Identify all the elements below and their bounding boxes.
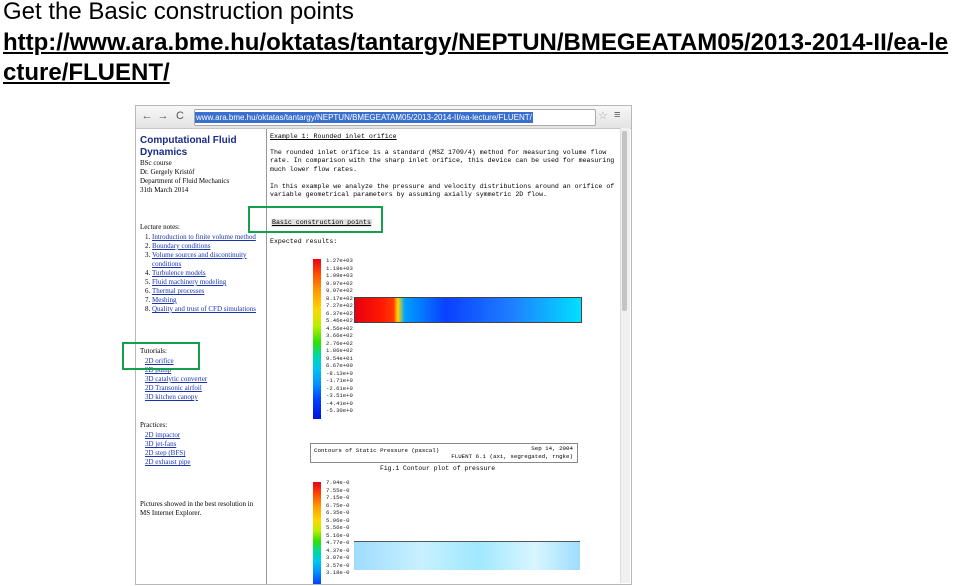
colorbar-tick: 6.75e-0 xyxy=(326,501,350,509)
colorbar-tick: 6.67e+00 xyxy=(326,362,353,369)
colorbar-tick: -3.51e+0 xyxy=(326,392,353,399)
browser-note: Pictures showed in the best resolution i… xyxy=(140,500,254,517)
plot-date: Sep 14, 2004 xyxy=(531,445,573,452)
pressure-contour-plot xyxy=(354,297,582,323)
intro-paragraph: The rounded inlet orifice is a standard … xyxy=(270,149,615,173)
practice-link[interactable]: 2D step (BFS) xyxy=(145,449,185,457)
scrollbar-thumb[interactable] xyxy=(622,131,627,311)
star-icon[interactable]: ☆ xyxy=(598,109,608,122)
address-url: www.ara.bme.hu/oktatas/tantargy/NEPTUN/B… xyxy=(195,112,533,123)
colorbar-tick: 6.35e-0 xyxy=(326,509,350,516)
colorbar-tick: 2.76e+02 xyxy=(326,339,353,347)
colorbar-tick: -1.71e+0 xyxy=(326,377,353,384)
reload-icon[interactable]: C xyxy=(173,109,187,124)
colorbar-tick: 5.56e-0 xyxy=(326,524,350,531)
expected-results-label: Expected results: xyxy=(270,238,338,245)
content-pane: Example 1: Rounded inlet orifice The rou… xyxy=(270,129,628,584)
lecture-notes-header: Lecture notes: xyxy=(140,223,180,231)
colorbar-tick: 5.96e-0 xyxy=(326,516,350,524)
colorbar-tick: 7.94e-0 xyxy=(326,479,350,486)
colorbar-tick: 1.09e+03 xyxy=(326,272,353,279)
practice-link[interactable]: 2D impactor xyxy=(145,431,180,439)
colorbar-tick: -2.61e+0 xyxy=(326,384,353,392)
colorbar-tick: -5.30e+0 xyxy=(326,407,353,414)
course-brand: Computational Fluid Dynamics xyxy=(140,135,237,158)
colorbar-tick: 5.16e-0 xyxy=(326,531,350,539)
lecture-link[interactable]: Turbulence models xyxy=(152,269,206,277)
example-title: Example 1: Rounded inlet orifice xyxy=(270,133,397,140)
course-author: Dr. Gergely Kristóf xyxy=(140,168,195,176)
tutorial-link[interactable]: 3D catalytic converter xyxy=(145,375,207,383)
colorbar-tick: -4.41e+0 xyxy=(326,399,353,407)
velocity-contour-plot xyxy=(354,541,580,570)
practices-header: Practices: xyxy=(140,421,168,429)
menu-icon[interactable]: ≡ xyxy=(614,109,620,121)
analysis-paragraph: In this example we analyze the pressure … xyxy=(270,183,615,199)
colorbar-tick: 9.54e+01 xyxy=(326,354,353,362)
lecture-link[interactable]: Volume sources and discontinuity conditi… xyxy=(152,251,247,268)
lecture-link[interactable]: Thermal processes xyxy=(152,287,204,295)
practice-link[interactable]: 2D exhaust pipe xyxy=(145,458,191,466)
colorbar-tick: -8.13e+0 xyxy=(326,369,353,377)
tutorial-link[interactable]: 3D kitchen canopy xyxy=(145,393,198,401)
lecture-link[interactable]: Introduction to finite volume method xyxy=(152,233,256,241)
lecture-link[interactable]: Fluid machinery modeling xyxy=(152,278,226,286)
pressure-colorbar-ticks: 1.27e+03 1.18e+03 1.09e+03 9.97e+02 9.07e+02… xyxy=(326,257,366,415)
plot-caption-box: Contours of Static Pressure (pascal) Sep… xyxy=(310,443,578,463)
practice-link[interactable]: 3D jet-fans xyxy=(145,440,176,448)
colorbar-tick: 7.15e-0 xyxy=(326,494,350,501)
highlight-2d-orifice xyxy=(122,342,200,370)
pane-divider xyxy=(266,129,267,584)
highlight-basic-construction-points xyxy=(248,206,383,233)
slide-title: Get the Basic construction points xyxy=(3,0,354,25)
course-level: BSc course xyxy=(140,159,172,167)
course-date: 31th March 2014 xyxy=(140,186,189,194)
address-bar[interactable]: www.ara.bme.hu/oktatas/tantargy/NEPTUN/B… xyxy=(194,109,596,126)
browser-screenshot: ← → C www.ara.bme.hu/oktatas/tantargy/NE… xyxy=(135,105,632,585)
course-department: Department of Fluid Mechanics xyxy=(140,177,230,185)
colorbar-tick: 1.27e+03 xyxy=(326,257,353,264)
colorbar-tick: 3.18e-0 xyxy=(326,569,350,576)
colorbar-tick: 1.18e+03 xyxy=(326,264,353,272)
practices-section: Practices: 2D impactor 3D jet-fans 2D st… xyxy=(140,421,264,467)
forward-icon[interactable]: → xyxy=(156,109,170,124)
plot-caption-meta: Sep 14, 2004 FLUENT 6.1 (axi, segregated,… xyxy=(451,445,573,460)
colorbar-tick: 7.55e-0 xyxy=(326,486,350,494)
back-icon[interactable]: ← xyxy=(140,109,154,124)
lecture-list: Introduction to finite volume method Bou… xyxy=(140,233,264,314)
lecture-link[interactable]: Quality and trust of CFD simulations xyxy=(152,305,256,313)
lecture-notes-section: Lecture notes: Introduction to finite vo… xyxy=(140,223,264,314)
colorbar-tick: 9.97e+02 xyxy=(326,279,353,287)
velocity-colorbar xyxy=(313,482,321,584)
browser-toolbar: ← → C www.ara.bme.hu/oktatas/tantargy/NE… xyxy=(136,106,631,129)
course-info: BSc course Dr. Gergely Kristóf Departmen… xyxy=(140,159,264,195)
lecture-link[interactable]: Meshing xyxy=(152,296,177,304)
tutorial-link[interactable]: 2D Transonic airfoil xyxy=(145,384,202,392)
colorbar-tick: 1.86e+02 xyxy=(326,347,353,354)
colorbar-tick: 9.07e+02 xyxy=(326,287,353,294)
pressure-colorbar xyxy=(313,259,321,419)
plot-solver: FLUENT 6.1 (axi, segregated, rngke) xyxy=(451,452,573,460)
slide-url-link[interactable]: http://www.ara.bme.hu/oktatas/tantargy/N… xyxy=(3,28,955,88)
figure-caption: Fig.1 Contour plot of pressure xyxy=(380,465,496,472)
lecture-link[interactable]: Boundary conditions xyxy=(152,242,211,250)
plot-caption-title: Contours of Static Pressure (pascal) xyxy=(314,447,440,454)
colorbar-tick: 4.56e+02 xyxy=(326,324,353,332)
colorbar-tick: 3.66e+02 xyxy=(326,332,353,339)
